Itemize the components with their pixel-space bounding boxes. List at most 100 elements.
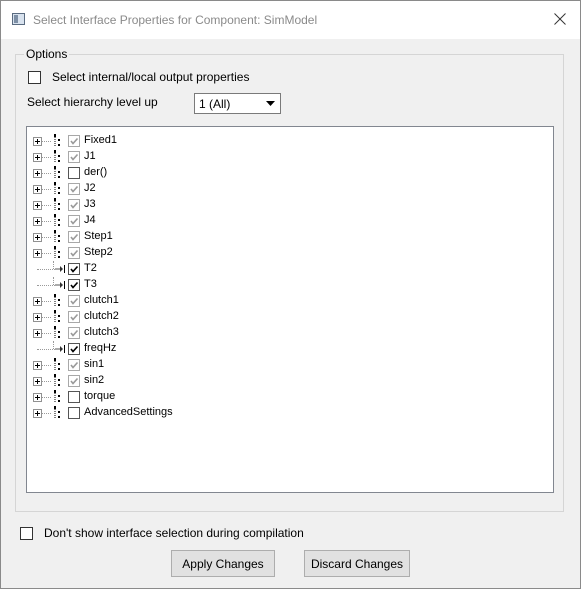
tree-row[interactable]: sin1: [27, 357, 553, 373]
tree-row[interactable]: der(): [27, 165, 553, 181]
window-app-icon: [12, 13, 25, 25]
tree-row[interactable]: clutch1: [27, 293, 553, 309]
tree-item-checkbox[interactable]: [68, 135, 80, 147]
tree-item-label: sin2: [84, 374, 105, 386]
expand-plus-icon[interactable]: [33, 377, 42, 386]
tree-item-checkbox[interactable]: [68, 295, 80, 307]
tree-connector: [42, 397, 51, 398]
tree-row[interactable]: J3: [27, 197, 553, 213]
expand-plus-icon[interactable]: [33, 169, 42, 178]
tree-row[interactable]: J4: [27, 213, 553, 229]
expand-plus-icon[interactable]: [33, 313, 42, 322]
expand-plus-icon[interactable]: [33, 249, 42, 258]
tree-item-label: clutch3: [84, 326, 119, 338]
expand-plus-icon[interactable]: [33, 393, 42, 402]
tree-item-label: J4: [84, 214, 96, 226]
close-icon: [554, 13, 566, 25]
leaf-node-icon: [55, 345, 65, 353]
tree-row[interactable]: clutch3: [27, 325, 553, 341]
tree-item-label: J2: [84, 182, 96, 194]
interface-tree[interactable]: Fixed1 J1 der() J2 J3 J4 Step1 Step2 T2 T3 clutch1…: [26, 126, 554, 493]
options-legend: Options: [24, 47, 70, 61]
hierarchy-label: Select hierarchy level up: [27, 95, 158, 109]
tree-row[interactable]: torque: [27, 389, 553, 405]
expand-plus-icon[interactable]: [33, 201, 42, 210]
tree-connector: [42, 189, 51, 190]
apply-changes-button[interactable]: Apply Changes: [171, 550, 275, 577]
tree-row[interactable]: Fixed1: [27, 133, 553, 149]
tree-item-checkbox[interactable]: [68, 263, 80, 275]
tree-connector: [42, 413, 51, 414]
tree-row[interactable]: J2: [27, 181, 553, 197]
tree-item-label: der(): [84, 166, 108, 178]
tree-connector: [42, 317, 51, 318]
tree-item-label: Fixed1: [84, 134, 118, 146]
tree-item-checkbox[interactable]: [68, 151, 80, 163]
internal-output-checkbox[interactable]: [28, 71, 41, 84]
tree-row[interactable]: Step1: [27, 229, 553, 245]
tree-item-label: clutch2: [84, 310, 119, 322]
struct-node-icon: [54, 214, 60, 227]
tree-connector: [42, 301, 51, 302]
tree-item-checkbox[interactable]: [68, 359, 80, 371]
expand-plus-icon[interactable]: [33, 185, 42, 194]
struct-node-icon: [54, 310, 60, 323]
expand-plus-icon[interactable]: [33, 329, 42, 338]
dont-show-checkbox[interactable]: [20, 527, 33, 540]
expand-plus-icon[interactable]: [33, 153, 42, 162]
struct-node-icon: [54, 198, 60, 211]
hierarchy-select-value: 1 (All): [199, 97, 231, 111]
tree-item-checkbox[interactable]: [68, 231, 80, 243]
tree-connector: [42, 173, 51, 174]
tree-item-checkbox[interactable]: [68, 167, 80, 179]
tree-connector: [42, 141, 51, 142]
tree-item-checkbox[interactable]: [68, 215, 80, 227]
tree-row[interactable]: clutch2: [27, 309, 553, 325]
tree-item-checkbox[interactable]: [68, 279, 80, 291]
tree-item-label: T2: [84, 262, 97, 274]
tree-item-label: sin1: [84, 358, 105, 370]
tree-connector: [42, 237, 51, 238]
tree-item-label: AdvancedSettings: [84, 406, 173, 418]
tree-connector: [37, 269, 55, 270]
expand-plus-icon[interactable]: [33, 409, 42, 418]
tree-item-label: torque: [84, 390, 116, 402]
expand-plus-icon[interactable]: [33, 137, 42, 146]
tree-item-checkbox[interactable]: [68, 183, 80, 195]
tree-connector: [53, 261, 54, 269]
tree-connector: [37, 349, 55, 350]
tree-item-label: T3: [84, 278, 97, 290]
expand-plus-icon[interactable]: [33, 361, 42, 370]
discard-changes-button[interactable]: Discard Changes: [304, 550, 410, 577]
tree-item-checkbox[interactable]: [68, 391, 80, 403]
tree-item-checkbox[interactable]: [68, 247, 80, 259]
tree-item-checkbox[interactable]: [68, 343, 80, 355]
dropdown-arrow-icon[interactable]: [261, 94, 280, 113]
expand-plus-icon[interactable]: [33, 217, 42, 226]
tree-connector: [42, 333, 51, 334]
hierarchy-select[interactable]: 1 (All): [194, 93, 281, 114]
tree-connector: [42, 157, 51, 158]
tree-item-checkbox[interactable]: [68, 199, 80, 211]
struct-node-icon: [54, 166, 60, 179]
tree-row[interactable]: T2: [27, 261, 553, 277]
tree-row[interactable]: AdvancedSettings: [27, 405, 553, 421]
tree-connector: [37, 285, 55, 286]
tree-row[interactable]: freqHz: [27, 341, 553, 357]
tree-item-checkbox[interactable]: [68, 375, 80, 387]
tree-item-checkbox[interactable]: [68, 327, 80, 339]
tree-row[interactable]: J1: [27, 149, 553, 165]
tree-item-label: clutch1: [84, 294, 119, 306]
tree-row[interactable]: T3: [27, 277, 553, 293]
tree-connector: [42, 365, 51, 366]
expand-plus-icon[interactable]: [33, 233, 42, 242]
tree-connector: [42, 221, 51, 222]
tree-item-checkbox[interactable]: [68, 407, 80, 419]
internal-output-label: Select internal/local output properties: [52, 70, 250, 84]
tree-row[interactable]: Step2: [27, 245, 553, 261]
expand-plus-icon[interactable]: [33, 297, 42, 306]
leaf-node-icon: [55, 265, 65, 273]
close-button[interactable]: [541, 3, 579, 35]
tree-item-checkbox[interactable]: [68, 311, 80, 323]
tree-row[interactable]: sin2: [27, 373, 553, 389]
